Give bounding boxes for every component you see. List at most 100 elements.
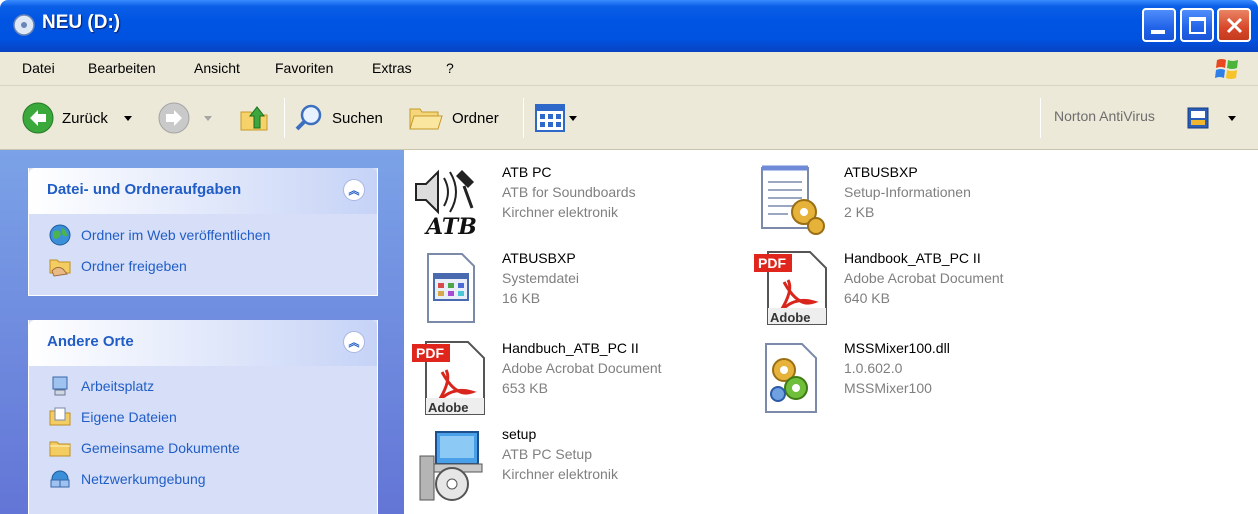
file-size: 16 KB — [502, 290, 541, 306]
atb-app-icon: ATB — [415, 169, 477, 240]
folder-up-icon — [240, 106, 268, 131]
svg-text:Adobe: Adobe — [770, 310, 810, 325]
back-dropdown-icon[interactable] — [123, 115, 132, 121]
toolbar-separator — [284, 98, 285, 138]
file-folder-tasks-title: Datei- und Ordneraufgaben — [47, 181, 242, 198]
dll-icon — [765, 343, 817, 413]
collapse-chevron-icon[interactable]: ︽ — [343, 179, 365, 201]
drive-icon — [13, 14, 35, 36]
file-description: ATB PC Setup — [502, 446, 593, 462]
task-publish-web[interactable]: Ordner im Web veröffentlichen — [49, 224, 270, 246]
menu-ansicht[interactable]: Ansicht — [194, 60, 240, 76]
menu-datei[interactable]: Datei — [22, 60, 55, 76]
other-places-panel: Andere Orte ︽ Arbeitsplatz Eigene Dateie… — [28, 320, 378, 514]
file-company: Kirchner elektronik — [502, 466, 618, 482]
close-button[interactable] — [1217, 8, 1251, 42]
title-bar[interactable]: NEU (D:) — [0, 0, 1258, 52]
place-my-documents[interactable]: Eigene Dateien — [49, 406, 177, 428]
svg-text:PDF: PDF — [416, 345, 444, 361]
other-places-title: Andere Orte — [47, 333, 134, 350]
place-my-computer[interactable]: Arbeitsplatz — [49, 375, 154, 397]
norton-dropdown-icon[interactable] — [1228, 116, 1236, 121]
folders-button[interactable]: Ordner — [408, 86, 499, 150]
search-icon — [295, 104, 322, 131]
task-pane: Datei- und Ordneraufgaben ︽ Ordner im We… — [0, 150, 404, 514]
menu-extras[interactable]: Extras — [372, 60, 412, 76]
file-folder-tasks-panel: Datei- und Ordneraufgaben ︽ Ordner im We… — [28, 168, 378, 296]
pdf-icon: PDF Adobe — [754, 251, 827, 325]
views-button[interactable] — [535, 86, 577, 150]
file-version: 1.0.602.0 — [844, 360, 903, 376]
forward-button[interactable] — [158, 86, 212, 150]
views-icon — [535, 104, 565, 132]
place-shared-documents-label: Gemeinsame Dokumente — [81, 440, 240, 456]
file-name: setup — [502, 426, 537, 442]
views-dropdown-icon[interactable] — [569, 115, 577, 121]
close-icon — [1226, 17, 1243, 34]
file-name: ATBUSBXP — [844, 164, 918, 180]
place-network[interactable]: Netzwerkumgebung — [49, 468, 206, 490]
file-type: Adobe Acrobat Document — [502, 360, 662, 376]
toolbar-separator — [523, 98, 524, 138]
pdf-icon: PDF Adobe — [412, 341, 485, 415]
file-item[interactable]: ATBUSBXP Systemdatei 16 KB — [412, 250, 732, 326]
file-folder-tasks-header[interactable]: Datei- und Ordneraufgaben ︽ — [29, 168, 377, 214]
windows-logo-icon — [1215, 59, 1238, 79]
shared-folder-icon — [49, 259, 71, 277]
place-my-computer-label: Arbeitsplatz — [81, 378, 155, 394]
file-description: MSSMixer100 — [844, 380, 932, 396]
toolbar-separator — [1040, 98, 1041, 138]
forward-arrow-icon — [158, 102, 190, 134]
search-button[interactable]: Suchen — [294, 86, 383, 150]
window-title: NEU (D:) — [42, 12, 121, 33]
norton-icon[interactable] — [1186, 106, 1210, 130]
menu-favoriten[interactable]: Favoriten — [275, 60, 333, 76]
file-item[interactable]: MSSMixer100.dll 1.0.602.0 MSSMixer100 — [754, 340, 1074, 416]
file-item[interactable]: PDF Adobe Handbook_ATB_PC II Adobe Acrob… — [754, 250, 1074, 326]
file-size: 2 KB — [844, 204, 875, 220]
search-label: Suchen — [332, 109, 383, 127]
forward-dropdown-icon[interactable] — [204, 115, 212, 121]
svg-text:Adobe: Adobe — [428, 400, 468, 415]
network-icon — [50, 470, 70, 488]
file-item[interactable]: PDF Adobe Handbuch_ATB_PC II Adobe Acrob… — [412, 340, 732, 416]
file-item[interactable]: setup ATB PC Setup Kirchner elektronik — [412, 426, 732, 502]
file-name: ATBUSBXP — [502, 250, 576, 266]
system-file-icon — [427, 253, 475, 323]
minimize-button[interactable] — [1142, 8, 1176, 42]
norton-antivirus-label[interactable]: Norton AntiVirus — [1054, 108, 1155, 124]
file-name: MSSMixer100.dll — [844, 340, 950, 356]
back-button[interactable]: Zurück — [22, 86, 132, 150]
up-button[interactable] — [238, 86, 270, 150]
file-list: ATB ATB PC ATB for Soundboards Kirchner … — [404, 150, 1258, 514]
toolbar: Zurück Suchen Ordner Norton AntiVirus — [0, 86, 1258, 150]
svg-text:PDF: PDF — [758, 255, 786, 271]
computer-icon — [52, 376, 68, 396]
back-arrow-icon — [22, 102, 54, 134]
folders-label: Ordner — [452, 109, 499, 127]
file-item[interactable]: ATBUSBXP Setup-Informationen 2 KB — [754, 164, 1074, 240]
menu-bearbeiten[interactable]: Bearbeiten — [88, 60, 156, 76]
my-documents-icon — [49, 407, 71, 426]
file-name: Handbuch_ATB_PC II — [502, 340, 639, 356]
file-name: ATB PC — [502, 164, 552, 180]
file-name: Handbook_ATB_PC II — [844, 250, 981, 266]
other-places-header[interactable]: Andere Orte ︽ — [29, 320, 377, 366]
place-shared-documents[interactable]: Gemeinsame Dokumente — [49, 437, 240, 459]
back-label: Zurück — [62, 109, 108, 127]
maximize-button[interactable] — [1180, 8, 1214, 42]
place-network-label: Netzwerkumgebung — [81, 471, 206, 487]
menu-help[interactable]: ? — [446, 60, 454, 76]
file-type: Adobe Acrobat Document — [844, 270, 1004, 286]
file-size: 653 KB — [502, 380, 548, 396]
task-share-folder-label: Ordner freigeben — [81, 258, 187, 274]
file-type: Systemdatei — [502, 270, 580, 286]
task-share-folder[interactable]: Ordner freigeben — [49, 255, 187, 277]
folders-icon — [409, 108, 443, 130]
globe-icon — [49, 224, 71, 246]
collapse-chevron-icon[interactable]: ︽ — [343, 331, 365, 353]
task-publish-web-label: Ordner im Web veröffentlichen — [81, 227, 271, 243]
file-type: Setup-Informationen — [844, 184, 971, 200]
folder-icon — [49, 441, 71, 457]
file-item[interactable]: ATB ATB PC ATB for Soundboards Kirchner … — [412, 164, 732, 240]
